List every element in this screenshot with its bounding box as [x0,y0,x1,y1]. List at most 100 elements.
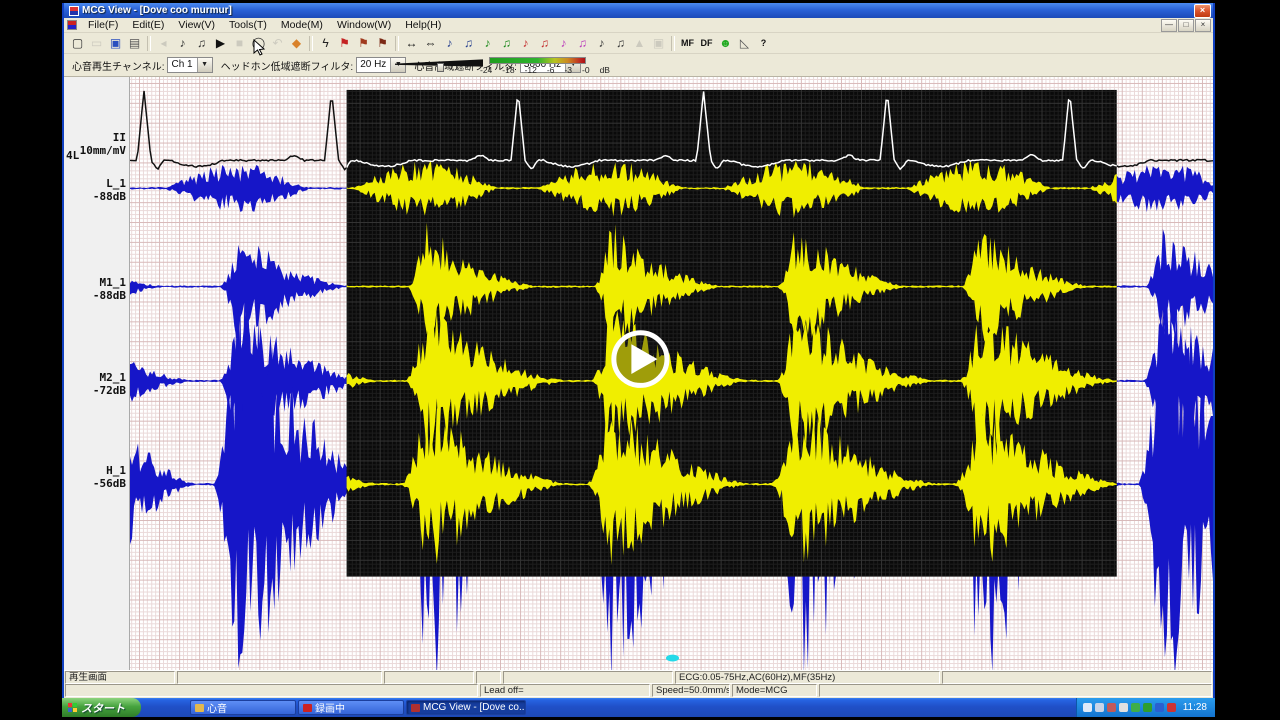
save-icon[interactable]: ▣ [106,35,125,51]
meter-tick: -12 [525,65,537,75]
lowcut-select-value: 20 Hz [357,58,390,72]
task-button-3[interactable]: MCG View - [Dove co... [406,700,526,715]
volume-slider-thumb[interactable] [437,63,444,72]
status-ecg-filter: ECG:0.05-75Hz,AC(60Hz),MF(35Hz) [675,671,940,684]
play-icon[interactable]: ▶ [211,35,230,51]
status-row-1: 再生画面 ECG:0.05-75Hz,AC(60Hz),MF(35Hz) [64,671,1213,684]
gain-down-green-icon[interactable]: ♫ [497,35,516,51]
menu-item-tools[interactable]: Tools(T) [222,18,274,32]
mdi-minimize-button[interactable]: ― [1161,19,1177,32]
start-button[interactable]: スタート [62,698,141,717]
toolbar-separator [671,36,675,51]
menu-item-mode[interactable]: Mode(M) [274,18,330,32]
level-meter [489,57,586,64]
flag-next-icon[interactable]: ⚑ [354,35,373,51]
sound-device-a-icon[interactable]: ♪ [173,35,192,51]
sound-device-b-icon[interactable]: ♫ [192,35,211,51]
status-lead-off: Lead off= [480,684,650,697]
toolbar: ▢▭▣▤◂♪♫▶■◯↶◆ϟ⚑⚑⚑↔⇔♪♫♪♫♪♫♪♫♪♫▲▣MFDF☻◺? [64,33,1213,54]
time-compress-icon[interactable]: ↔ [402,35,421,51]
title-bar[interactable]: MCG View - [Dove coo murmur] × [64,3,1213,18]
auto-run-icon[interactable]: ϟ [316,35,335,51]
channel-label-M2: M2_1-72dB [93,371,126,397]
control-bar: 心音再生チャンネル: Ch 1 ▼ ヘッドホン低域遮断フィルタ: 20 Hz ▼… [64,54,1213,77]
chevron-down-icon[interactable]: ▼ [197,58,212,72]
gain-down-magenta-icon[interactable]: ♫ [573,35,592,51]
tray-chevron-icon[interactable] [1083,703,1092,712]
meter-tick: dB [600,65,610,75]
menu-item-window[interactable]: Window(W) [330,18,398,32]
meter-ticks: -24-18-12-6-3-0dB [480,65,610,75]
system-tray: 11:28 [1076,698,1215,717]
channel-label-column: II10mm/mV 4L L_1-88dB M1_1-88dB M2_1-72d… [64,77,130,670]
menu-item-help[interactable]: Help(H) [398,18,448,32]
tray-icon-2[interactable] [1107,703,1116,712]
tray-icon-3[interactable] [1119,703,1128,712]
mute-b-icon[interactable]: ♫ [611,35,630,51]
volume-slider[interactable] [395,58,485,70]
task-button-1[interactable]: 心音 [190,700,296,715]
channel-label-H: H_1-56dB [93,464,126,490]
video-play-button[interactable] [614,333,667,386]
channel-select[interactable]: Ch 1 ▼ [167,57,212,73]
status-empty-cell [819,684,1212,697]
tray-icon-7[interactable] [1167,703,1176,712]
gain-up-green-icon[interactable]: ♪ [478,35,497,51]
status-bar: 再生画面 ECG:0.05-75Hz,AC(60Hz),MF(35Hz) Lea… [64,670,1213,698]
mcg-icon [411,704,420,712]
meter-tick: -0 [582,65,590,75]
site-label: 4L [66,149,79,162]
task-button-2[interactable]: 録画中 [298,700,404,715]
status-empty-cell [65,684,478,697]
lowcut-select-label: ヘッドホン低域遮断フィルタ: [221,58,354,73]
event-jump-icon[interactable]: ◆ [287,35,306,51]
close-button[interactable]: × [1194,4,1211,18]
menu-item-view[interactable]: View(V) [171,18,222,32]
waveform-grid [130,77,1213,670]
meter-tick: -24 [480,65,492,75]
tray-icon-6[interactable] [1155,703,1164,712]
gain-up-magenta-icon[interactable]: ♪ [554,35,573,51]
mdi-window-controls: ―□× [1161,19,1213,32]
channel-label-L1: L_1-88dB [93,177,126,203]
video-progress-dot [666,655,679,662]
gain-up-red-icon[interactable]: ♪ [516,35,535,51]
status-empty-cell [476,671,501,684]
help-icon[interactable]: ? [754,35,773,51]
channel-select-value: Ch 1 [168,58,196,72]
toolbar-separator [309,36,313,51]
meter-tick: -18 [502,65,514,75]
mdi-restore-button[interactable]: □ [1178,19,1194,32]
status-empty-cell [942,671,1212,684]
gain-down-blue-icon[interactable]: ♫ [459,35,478,51]
folder-icon [195,704,204,712]
tray-icon-1[interactable] [1095,703,1104,712]
status-mode: Mode=MCG [732,684,817,697]
gain-up-blue-icon[interactable]: ♪ [440,35,459,51]
print-icon[interactable]: ▤ [125,35,144,51]
patient-icon[interactable]: ☻ [716,35,735,51]
status-playback: 再生画面 [65,671,175,684]
time-expand-icon[interactable]: ⇔ [421,35,440,51]
taskbar: スタート 心音録画中MCG View - [Dove co... 11:28 [62,698,1215,717]
mf-filter-button[interactable]: MF [678,35,697,51]
menu-item-file[interactable]: File(F) [81,18,125,32]
flag-set-icon[interactable]: ⚑ [335,35,354,51]
menu-item-edit[interactable]: Edit(E) [125,18,171,32]
windows-logo-icon [68,703,77,712]
gain-down-red-icon[interactable]: ♫ [535,35,554,51]
flag-prev-icon[interactable]: ⚑ [373,35,392,51]
tray-icon-5[interactable] [1143,703,1152,712]
open-file-icon: ▭ [87,35,106,51]
df-filter-button[interactable]: DF [697,35,716,51]
tray-icon-4[interactable] [1131,703,1140,712]
status-empty-cell [177,671,382,684]
status-empty-cell [503,671,673,684]
measure-icon[interactable]: ◺ [735,35,754,51]
waveform-plot [130,77,1213,670]
mdi-close-button[interactable]: × [1195,19,1211,32]
status-empty-cell [384,671,474,684]
mute-a-icon[interactable]: ♪ [592,35,611,51]
new-file-icon[interactable]: ▢ [68,35,87,51]
toolbar-separator [147,36,151,51]
